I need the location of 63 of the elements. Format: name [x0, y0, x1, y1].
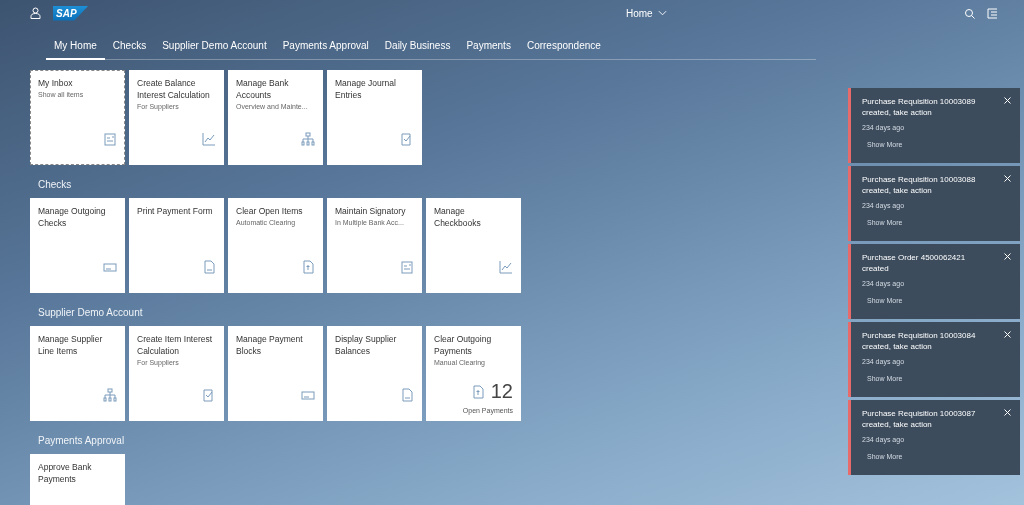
tile-icon — [400, 260, 414, 274]
tile-icon — [103, 260, 117, 274]
tile-icon — [499, 260, 513, 274]
tile-title: Print Payment Form — [137, 205, 214, 217]
tile-title: Manage Journal Entries — [335, 77, 397, 101]
tile-icon — [103, 132, 117, 146]
close-icon[interactable] — [1004, 97, 1011, 104]
tile-icon — [400, 388, 414, 402]
app-tile[interactable]: Manage Outgoing Checks — [30, 198, 125, 293]
app-tile[interactable]: Manage Supplier Line Items — [30, 326, 125, 421]
search-icon[interactable] — [964, 7, 975, 19]
tab[interactable]: Supplier Demo Account — [154, 34, 275, 60]
app-tile[interactable]: Display Supplier Balances — [327, 326, 422, 421]
app-tile[interactable]: Manage Checkbooks — [426, 198, 521, 293]
tab[interactable]: Payments — [458, 34, 519, 60]
home-menu-button[interactable]: Home — [625, 7, 667, 19]
tile-icon — [202, 260, 216, 274]
tile-icon — [301, 388, 315, 402]
close-icon[interactable] — [1004, 175, 1011, 182]
tab[interactable]: Correspondence — [518, 34, 609, 60]
tile-title: Create Item Interest Calculation — [137, 333, 214, 357]
tile-title: Manage Outgoing Checks — [38, 205, 107, 229]
group-title: Payments Approval — [37, 434, 126, 448]
tile-title: Manage Supplier Line Items — [38, 333, 104, 357]
tile-title: Manage Payment Blocks — [236, 333, 304, 357]
tile-icon — [470, 384, 485, 399]
group-title: Supplier Demo Account — [37, 306, 144, 320]
tile-title: Display Supplier Balances — [335, 333, 398, 357]
notification-title: Purchase Requisition 10003088 created, take action — [862, 174, 977, 196]
notification-title: Purchase Requisition 10003087 created, take action — [862, 408, 977, 430]
group-title: Checks — [37, 178, 73, 192]
tile-title: Approve Bank Payments — [38, 461, 93, 485]
app-tile[interactable]: Print Payment Form — [129, 198, 224, 293]
tile-title: My Inbox — [38, 77, 74, 89]
tile-icon — [400, 132, 414, 146]
chevron-down-icon — [657, 10, 667, 16]
tile-title: Manage Checkbooks — [434, 205, 482, 229]
sap-logo[interactable]: SAP — [53, 5, 89, 21]
close-icon[interactable] — [1004, 409, 1011, 416]
tile-icon — [202, 388, 216, 402]
tab[interactable]: Daily Business — [376, 34, 459, 60]
tile-title: Clear Open Items — [236, 205, 304, 217]
notification-title: Purchase Requisition 10003084 created, take action — [862, 330, 977, 352]
app-tile[interactable]: Approve Bank Payments — [30, 454, 125, 505]
tile-title: Manage Bank Accounts — [236, 77, 290, 101]
tile-icon — [301, 132, 315, 146]
tab[interactable]: Payments Approval — [274, 34, 377, 60]
app-tile[interactable]: Manage Journal Entries — [327, 70, 422, 165]
kpi-number: 12 — [490, 380, 513, 403]
tile-icon — [202, 132, 216, 146]
tile-icon — [301, 260, 315, 274]
tile-title: Maintain Signatory — [335, 205, 407, 217]
tile-title: Clear Outgoing Payments — [434, 333, 493, 357]
tile-title: Create Balance Interest Calculation — [137, 77, 211, 101]
app-tile[interactable]: Manage Payment Blocks — [228, 326, 323, 421]
close-icon[interactable] — [1004, 331, 1011, 338]
notification-title: Purchase Order 4500062421 created — [862, 252, 967, 274]
tab[interactable]: My Home — [46, 34, 105, 60]
tile-icon — [103, 388, 117, 402]
close-icon[interactable] — [1004, 253, 1011, 260]
notification-title: Purchase Requisition 10003089 created, take action — [862, 96, 977, 118]
user-icon[interactable] — [30, 7, 41, 19]
tab[interactable]: Checks — [104, 34, 155, 60]
